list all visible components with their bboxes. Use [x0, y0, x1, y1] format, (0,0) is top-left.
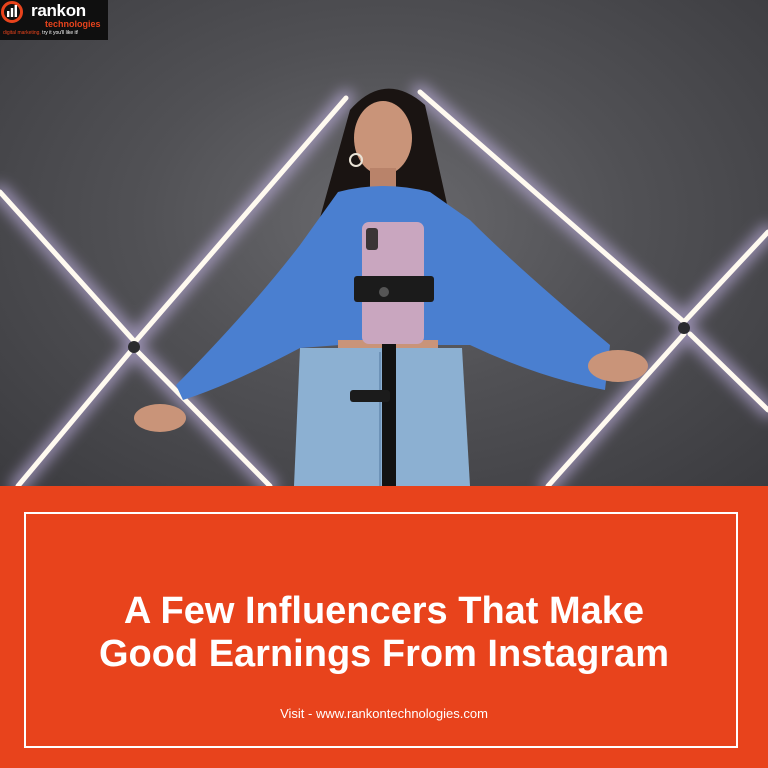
- face: [354, 101, 412, 175]
- phone-clamp: [354, 276, 434, 302]
- tripod-knob: [350, 390, 390, 402]
- logo-tagline-rest: try it you'll like it!: [40, 30, 79, 36]
- logo-tagline: digital marketing, try it you'll like it…: [3, 30, 78, 36]
- headline-line-2: Good Earnings From Instagram: [98, 633, 670, 675]
- headline-line-1: A Few Influencers That Make: [123, 590, 645, 632]
- hero-photo: rankon technologies digital marketing, t…: [0, 0, 768, 486]
- hero-illustration: [0, 84, 768, 486]
- visit-link[interactable]: Visit - www.rankontechnologies.com: [0, 706, 768, 722]
- right-hand: [588, 350, 648, 382]
- logo-subtitle: technologies: [45, 19, 101, 29]
- title-banner: A Few Influencers That Make Good Earning…: [0, 486, 768, 768]
- brand-logo[interactable]: rankon technologies digital marketing, t…: [0, 0, 108, 40]
- phone-camera: [366, 228, 378, 250]
- logo-name: rankon: [31, 1, 86, 20]
- logo-tagline-accent: digital marketing,: [3, 30, 41, 36]
- bar-chart-ring-icon: [1, 1, 23, 23]
- page-canvas: rankon technologies digital marketing, t…: [0, 0, 768, 768]
- left-hand: [134, 404, 186, 432]
